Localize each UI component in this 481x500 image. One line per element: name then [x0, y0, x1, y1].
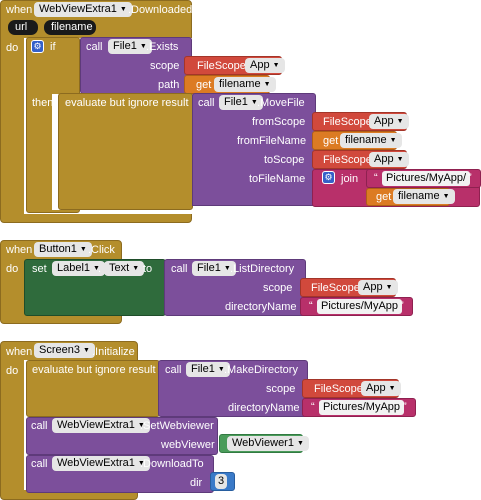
- dropdown-arrow-icon: ▼: [396, 156, 404, 163]
- do-keyword: do: [6, 365, 19, 377]
- event-name: .Initialize: [92, 346, 135, 358]
- dot-separator: .: [98, 263, 102, 275]
- number-value[interactable]: 3: [215, 474, 228, 489]
- scope-dropdown-app[interactable]: App ▼: [369, 152, 409, 167]
- text-value[interactable]: Pictures/MyApp/: [382, 171, 471, 186]
- open-quote: “: [311, 401, 315, 413]
- scope-dropdown-app[interactable]: App ▼: [369, 114, 409, 129]
- call-keyword: call: [198, 97, 215, 109]
- filescope-label: FileScope: [197, 60, 246, 72]
- dropdown-arrow-icon: ▼: [388, 385, 396, 392]
- dropdown-arrow-icon: ▼: [119, 6, 127, 13]
- dropdown-arrow-icon: ▼: [82, 347, 90, 354]
- to-keyword: to: [143, 263, 153, 275]
- text-value[interactable]: Pictures/MyApp: [317, 299, 403, 314]
- param-filename[interactable]: filename: [44, 20, 96, 35]
- do-keyword: do: [6, 263, 19, 275]
- if-keyword: if: [50, 41, 56, 53]
- component-dropdown-webviewer1[interactable]: WebViewer1 ▼: [227, 436, 309, 451]
- mutator-gear-icon[interactable]: ⚙: [322, 171, 335, 184]
- variable-dropdown-filename[interactable]: filename ▼: [393, 189, 455, 204]
- variable-dropdown-filename[interactable]: filename ▼: [214, 77, 276, 92]
- dropdown-arrow-icon: ▼: [396, 118, 404, 125]
- open-quote: “: [374, 172, 378, 184]
- dropdown-arrow-icon: ▼: [132, 265, 140, 272]
- call-keyword: call: [171, 263, 188, 275]
- fromfilename-label: fromFileName: [237, 135, 307, 147]
- mutator-gear-icon[interactable]: ⚙: [31, 40, 44, 53]
- scope-label: scope: [150, 60, 180, 72]
- dropdown-arrow-icon: ▼: [389, 137, 397, 144]
- dir-label: dir: [190, 477, 203, 489]
- call-keyword: call: [86, 41, 103, 53]
- get-keyword: get: [323, 135, 339, 147]
- property-dropdown-text[interactable]: Text ▼: [104, 261, 145, 276]
- component-dropdown-screen3[interactable]: Screen3 ▼: [34, 343, 95, 358]
- call-keyword: call: [165, 364, 182, 376]
- component-dropdown-webviewextra1[interactable]: WebViewExtra1 ▼: [52, 456, 150, 471]
- method-movefile: .MoveFile: [257, 97, 305, 109]
- when-keyword: when: [6, 244, 33, 256]
- component-dropdown-webviewextra1[interactable]: WebViewExtra1 ▼: [34, 2, 132, 17]
- filescope-label: FileScope: [323, 116, 372, 128]
- get-keyword: get: [196, 79, 212, 91]
- open-quote: “: [309, 300, 313, 312]
- dropdown-arrow-icon: ▼: [385, 284, 393, 291]
- set-keyword: set: [32, 263, 47, 275]
- tofilename-label: toFileName: [249, 173, 306, 185]
- filescope-label: FileScope: [311, 282, 360, 294]
- scope-label: scope: [266, 383, 296, 395]
- method-setwebviewer: .SetWebviewer: [140, 420, 214, 432]
- component-dropdown-webviewextra1[interactable]: WebViewExtra1 ▼: [52, 418, 150, 433]
- method-makedirectory: .MakeDirectory: [224, 364, 298, 376]
- dropdown-arrow-icon: ▼: [263, 81, 271, 88]
- event-name: .Downloaded: [128, 4, 193, 16]
- evaluate-label: evaluate but ignore result: [32, 364, 156, 376]
- when-keyword: when: [6, 346, 33, 358]
- path-label: path: [158, 79, 180, 91]
- scope-dropdown-app[interactable]: App ▼: [245, 58, 285, 73]
- filescope-label: FileScope: [314, 383, 363, 395]
- close-quote: ”: [468, 172, 472, 184]
- call-keyword: call: [31, 420, 48, 432]
- event-name: .Click: [88, 244, 115, 256]
- method-listdirectory: .ListDirectory: [230, 263, 295, 275]
- evaluate-label: evaluate but ignore result: [65, 97, 189, 109]
- get-keyword: get: [376, 191, 392, 203]
- close-quote: ”: [403, 401, 407, 413]
- fromscope-label: fromScope: [252, 116, 306, 128]
- param-url[interactable]: url: [8, 20, 38, 35]
- join-keyword: join: [341, 173, 359, 185]
- toscope-label: toScope: [264, 154, 305, 166]
- call-keyword: call: [31, 458, 48, 470]
- variable-dropdown-filename[interactable]: filename ▼: [340, 133, 402, 148]
- filescope-label: FileScope: [323, 154, 372, 166]
- scope-dropdown-app[interactable]: App ▼: [358, 280, 398, 295]
- method-exists: .Exists: [146, 41, 179, 53]
- component-dropdown-button1[interactable]: Button1 ▼: [34, 242, 92, 257]
- directoryname-label: directoryName: [225, 301, 297, 313]
- close-quote: ”: [400, 300, 404, 312]
- webviewer-label: webViewer: [161, 439, 215, 451]
- directoryname-label: directoryName: [228, 402, 300, 414]
- dropdown-arrow-icon: ▼: [442, 193, 450, 200]
- scope-label: scope: [263, 282, 293, 294]
- do-keyword: do: [6, 42, 19, 54]
- method-downloadto: .DownloadTo: [140, 458, 204, 470]
- movefile-bottom-tab: [192, 200, 316, 206]
- dropdown-arrow-icon: ▼: [272, 62, 280, 69]
- scope-dropdown-app[interactable]: App ▼: [361, 381, 401, 396]
- evaluate-ignore-block[interactable]: [58, 93, 193, 210]
- then-keyword: then: [32, 97, 54, 109]
- dropdown-arrow-icon: ▼: [79, 246, 87, 253]
- dropdown-arrow-icon: ▼: [296, 440, 304, 447]
- when-keyword: when: [6, 4, 33, 16]
- text-value[interactable]: Pictures/MyApp: [319, 400, 405, 415]
